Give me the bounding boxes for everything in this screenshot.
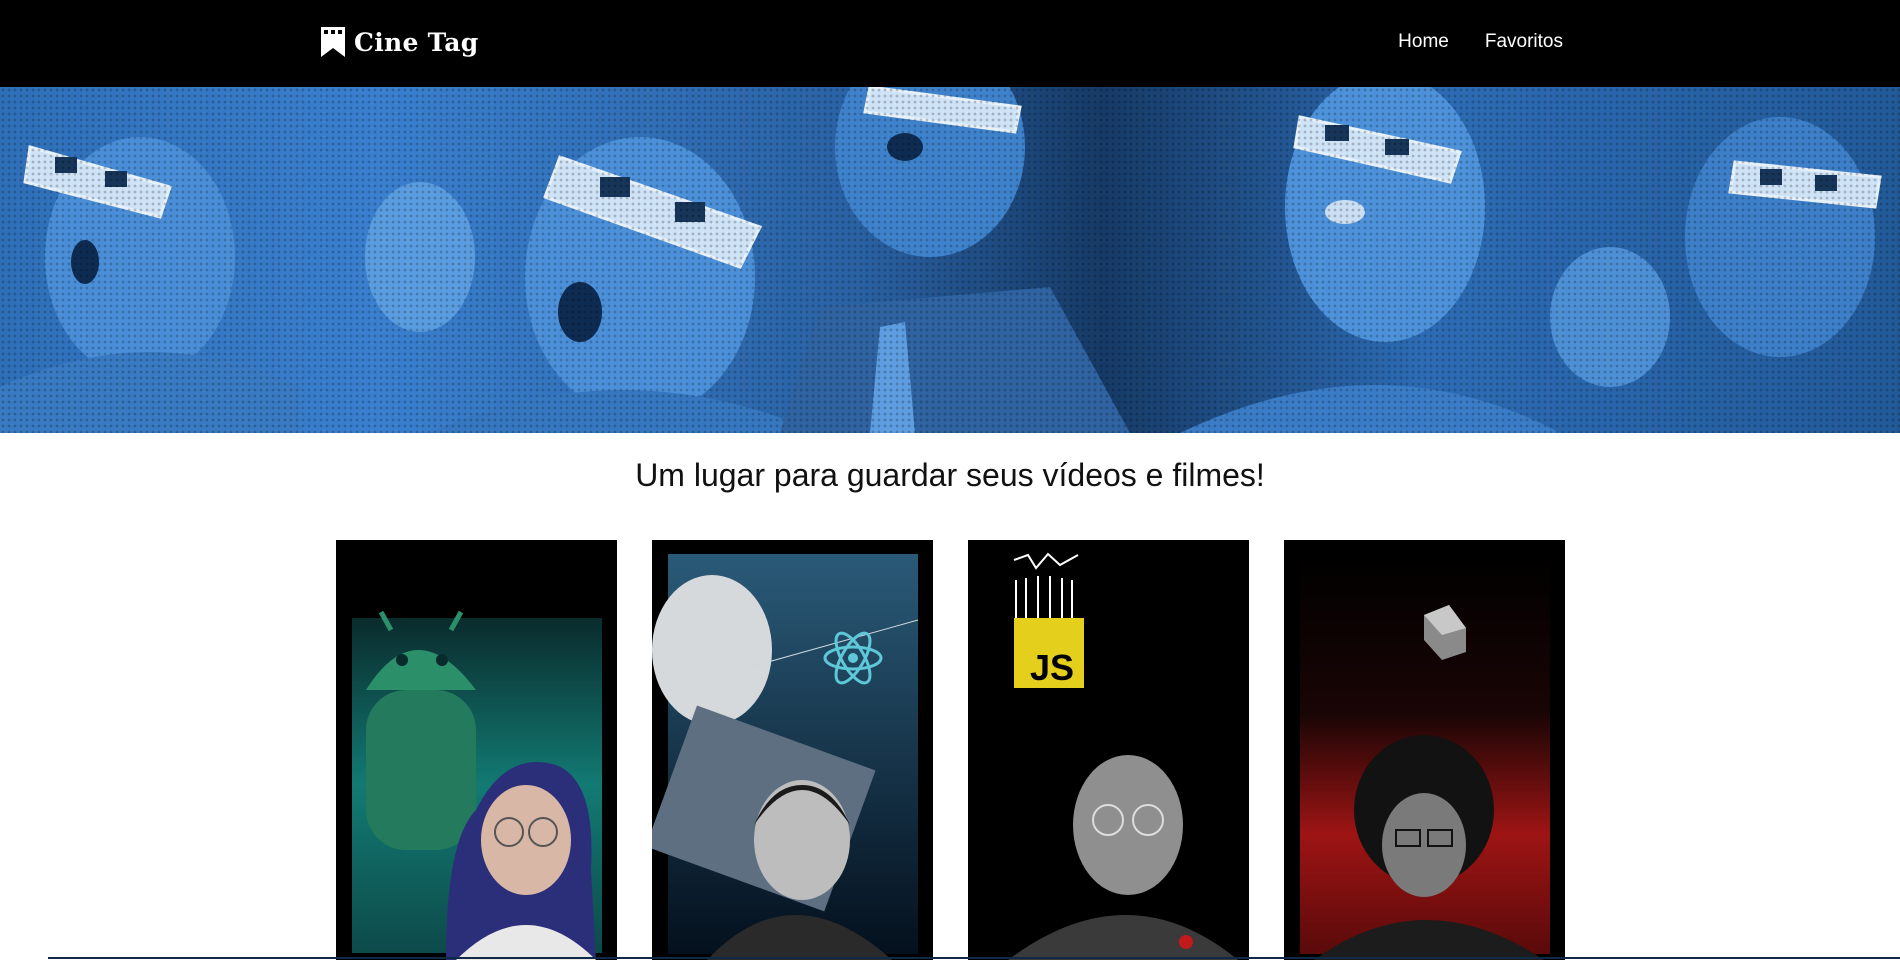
nav-home-link[interactable]: Home (1398, 31, 1449, 53)
video-card-react[interactable] (652, 540, 933, 960)
javascript-icon: JS (1014, 618, 1084, 688)
halftone-overlay (0, 87, 1900, 433)
js-logo-text: JS (1030, 647, 1074, 688)
bookmark-film-icon (320, 26, 346, 58)
video-card-android[interactable] (336, 540, 617, 960)
brand-logo[interactable]: Cine Tag (320, 24, 478, 60)
hero-banner (0, 87, 1900, 433)
brand-name: Cine Tag (354, 27, 479, 57)
video-card-dart[interactable] (1284, 540, 1565, 960)
scroll-edge-divider (48, 957, 1900, 959)
top-header: Cine Tag Home Favoritos (0, 0, 1900, 87)
video-card-javascript[interactable]: JS (968, 540, 1249, 960)
page-tagline: Um lugar para guardar seus vídeos e film… (635, 457, 1265, 493)
main-nav: Home Favoritos (1398, 31, 1563, 53)
nav-favoritos-link[interactable]: Favoritos (1485, 31, 1563, 53)
